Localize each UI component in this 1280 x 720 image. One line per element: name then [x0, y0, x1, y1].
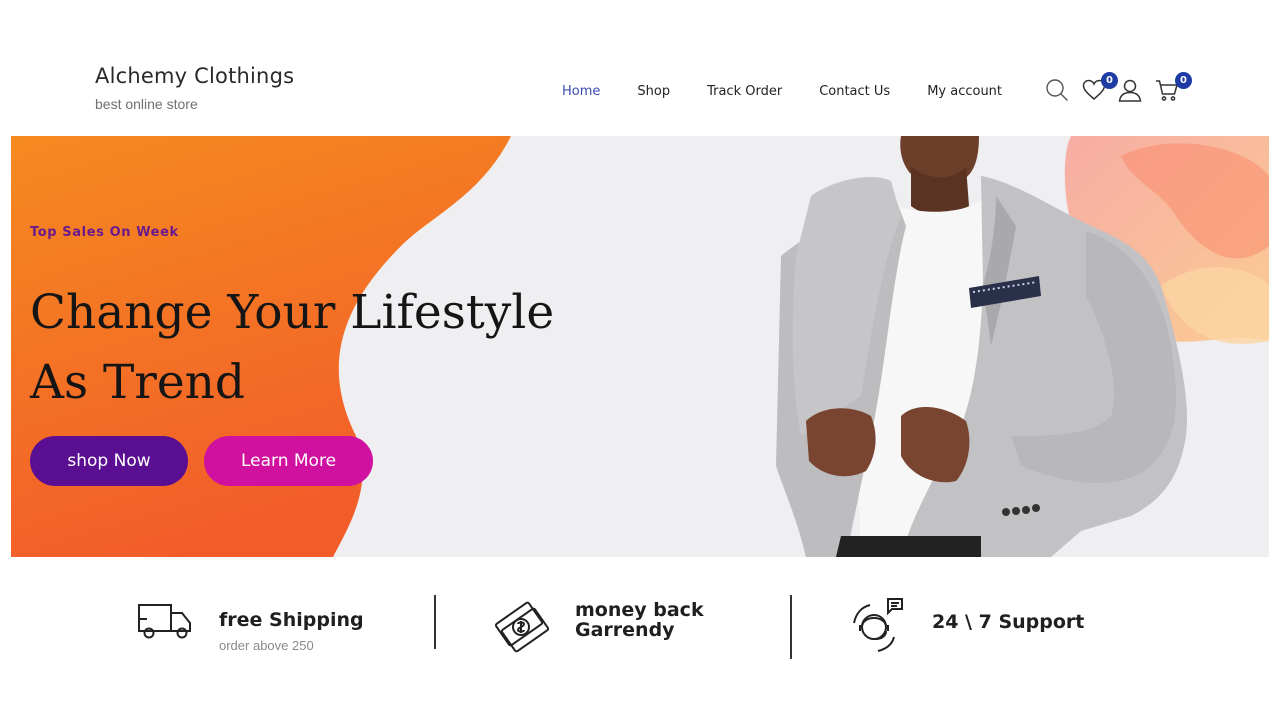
money-icon — [494, 601, 550, 653]
feature-divider — [434, 595, 436, 649]
user-icon — [1118, 79, 1142, 102]
nav-shop[interactable]: Shop — [637, 84, 670, 99]
hero-kicker: Top Sales On Week — [30, 225, 179, 240]
account-button[interactable] — [1118, 78, 1144, 106]
hero-banner: Top Sales On Week Change Your Lifestyle … — [11, 136, 1269, 557]
feature-title: money back Garrendy — [575, 600, 704, 640]
truck-icon — [138, 604, 191, 639]
feature-title: 24 \ 7 Support — [932, 611, 1085, 633]
feature-money-back: money back Garrendy — [493, 597, 733, 667]
wishlist-button[interactable]: 0 — [1082, 72, 1118, 106]
header-icons: 0 0 — [1045, 72, 1205, 108]
cart-count-badge: 0 — [1175, 72, 1192, 89]
feature-support: 24 \ 7 Support — [848, 597, 1108, 667]
main-nav: Home Shop Track Order Contact Us My acco… — [562, 84, 1002, 99]
feature-subtitle: order above 250 — [219, 638, 314, 653]
hero-title: Change Your Lifestyle As Trend — [30, 278, 590, 418]
feature-title: free Shipping — [219, 609, 364, 631]
nav-my-account[interactable]: My account — [927, 84, 1002, 99]
learn-more-button[interactable]: Learn More — [204, 436, 373, 486]
search-icon[interactable] — [1045, 78, 1071, 106]
wishlist-count-badge: 0 — [1101, 72, 1118, 89]
brand-title[interactable]: Alchemy Clothings — [95, 64, 294, 88]
hero-title-line1: Change Your Lifestyle — [30, 285, 555, 340]
feature-title-line2: Garrendy — [575, 619, 675, 641]
nav-track-order[interactable]: Track Order — [707, 84, 782, 99]
support-icon — [853, 598, 903, 652]
hero-model-image — [776, 136, 1187, 557]
hero-title-line2: As Trend — [30, 355, 245, 410]
nav-contact-us[interactable]: Contact Us — [819, 84, 890, 99]
site-header: Alchemy Clothings best online store Home… — [0, 0, 1280, 136]
feature-divider — [790, 595, 792, 659]
shop-now-button[interactable]: shop Now — [30, 436, 188, 486]
features-strip: free Shipping order above 250 money back… — [0, 557, 1280, 720]
feature-title-line1: money back — [575, 599, 704, 621]
feature-free-shipping: free Shipping order above 250 — [137, 597, 377, 667]
brand-tagline: best online store — [95, 96, 198, 112]
cart-button[interactable]: 0 — [1155, 72, 1192, 106]
nav-home[interactable]: Home — [562, 84, 600, 99]
brand[interactable]: Alchemy Clothings best online store — [95, 64, 294, 112]
